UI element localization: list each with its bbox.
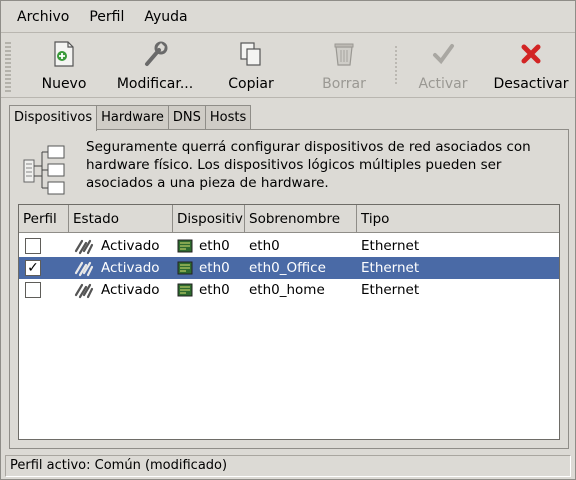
desactivar-label: Desactivar <box>493 76 569 92</box>
borrar-label: Borrar <box>322 76 366 92</box>
table-row[interactable]: Activado eth0 eth0_home Ethernet <box>19 279 559 301</box>
activar-button[interactable]: Activar <box>415 38 471 94</box>
header-perfil[interactable]: Perfil <box>19 205 69 233</box>
dispositivo-text: eth0 <box>199 238 230 254</box>
desactivar-button[interactable]: Desactivar <box>493 38 569 94</box>
nuevo-label: Nuevo <box>41 76 87 92</box>
connection-status-icon <box>74 261 94 277</box>
connection-status-icon <box>74 239 94 255</box>
dispositivo-text: eth0 <box>199 282 230 298</box>
toolbar: Nuevo Modificar... Copiar Borrar Activar… <box>1 34 575 98</box>
new-document-icon <box>50 40 78 68</box>
estado-text: Activado <box>101 260 160 276</box>
table-row[interactable]: Activado eth0 eth0 Ethernet <box>19 235 559 257</box>
table-header: Perfil Estado Dispositiv Sobrenombre Tip… <box>19 205 559 233</box>
devices-table: Perfil Estado Dispositiv Sobrenombre Tip… <box>18 204 560 440</box>
sobrenombre-text: eth0 <box>249 238 280 254</box>
estado-text: Activado <box>101 238 160 254</box>
dispositivo-text: eth0 <box>199 260 230 276</box>
estado-text: Activado <box>101 282 160 298</box>
tab-hosts[interactable]: Hosts <box>204 105 252 129</box>
toolbar-grip[interactable] <box>5 42 11 92</box>
red-x-icon <box>517 40 545 68</box>
header-sobrenombre[interactable]: Sobrenombre <box>245 205 357 233</box>
tab-hardware[interactable]: Hardware <box>96 105 169 129</box>
header-estado[interactable]: Estado <box>69 205 173 233</box>
menu-bar: Archivo Perfil Ayuda <box>1 1 575 33</box>
table-row-selected[interactable]: ✓ Activado eth0 eth0_Office Ethernet <box>19 257 559 279</box>
header-tipo[interactable]: Tipo <box>357 205 557 233</box>
nuevo-button[interactable]: Nuevo <box>39 38 89 94</box>
profile-checkbox[interactable]: ✓ <box>25 260 41 276</box>
tipo-text: Ethernet <box>361 260 420 276</box>
activar-label: Activar <box>418 76 468 92</box>
tipo-text: Ethernet <box>361 282 420 298</box>
tab-dispositivos[interactable]: Dispositivos <box>9 105 98 131</box>
profile-checkbox[interactable] <box>25 238 41 254</box>
tab-dns[interactable]: DNS <box>167 105 206 129</box>
tipo-text: Ethernet <box>361 238 420 254</box>
network-devices-icon <box>22 142 70 198</box>
network-card-icon <box>177 283 193 297</box>
sobrenombre-text: eth0_Office <box>249 260 326 276</box>
dispositivos-panel: Seguramente querrá configurar dispositiv… <box>9 129 569 449</box>
menu-ayuda[interactable]: Ayuda <box>134 1 197 33</box>
profile-checkbox[interactable] <box>25 282 41 298</box>
trash-icon <box>330 40 358 68</box>
sobrenombre-text: eth0_home <box>249 282 325 298</box>
info-text: Seguramente querrá configurar dispositiv… <box>86 139 531 191</box>
modificar-button[interactable]: Modificar... <box>113 38 197 94</box>
network-card-icon <box>177 261 193 275</box>
copiar-label: Copiar <box>228 76 274 92</box>
checkmark-icon <box>429 40 457 68</box>
status-bar: Perfil activo: Común (modificado) <box>5 455 571 477</box>
header-dispositivo[interactable]: Dispositiv <box>173 205 245 233</box>
wrench-icon <box>141 40 169 68</box>
menu-perfil[interactable]: Perfil <box>79 1 134 33</box>
menu-archivo[interactable]: Archivo <box>7 1 79 33</box>
toolbar-separator <box>395 46 397 86</box>
modificar-label: Modificar... <box>116 76 194 92</box>
network-card-icon <box>177 239 193 253</box>
connection-status-icon <box>74 283 94 299</box>
tab-bar: Dispositivos Hardware DNS Hosts <box>9 105 252 131</box>
copy-icon <box>237 40 265 68</box>
main-window: Archivo Perfil Ayuda Nuevo Modificar... … <box>0 0 576 480</box>
copiar-button[interactable]: Copiar <box>225 38 277 94</box>
borrar-button[interactable]: Borrar <box>319 38 369 94</box>
